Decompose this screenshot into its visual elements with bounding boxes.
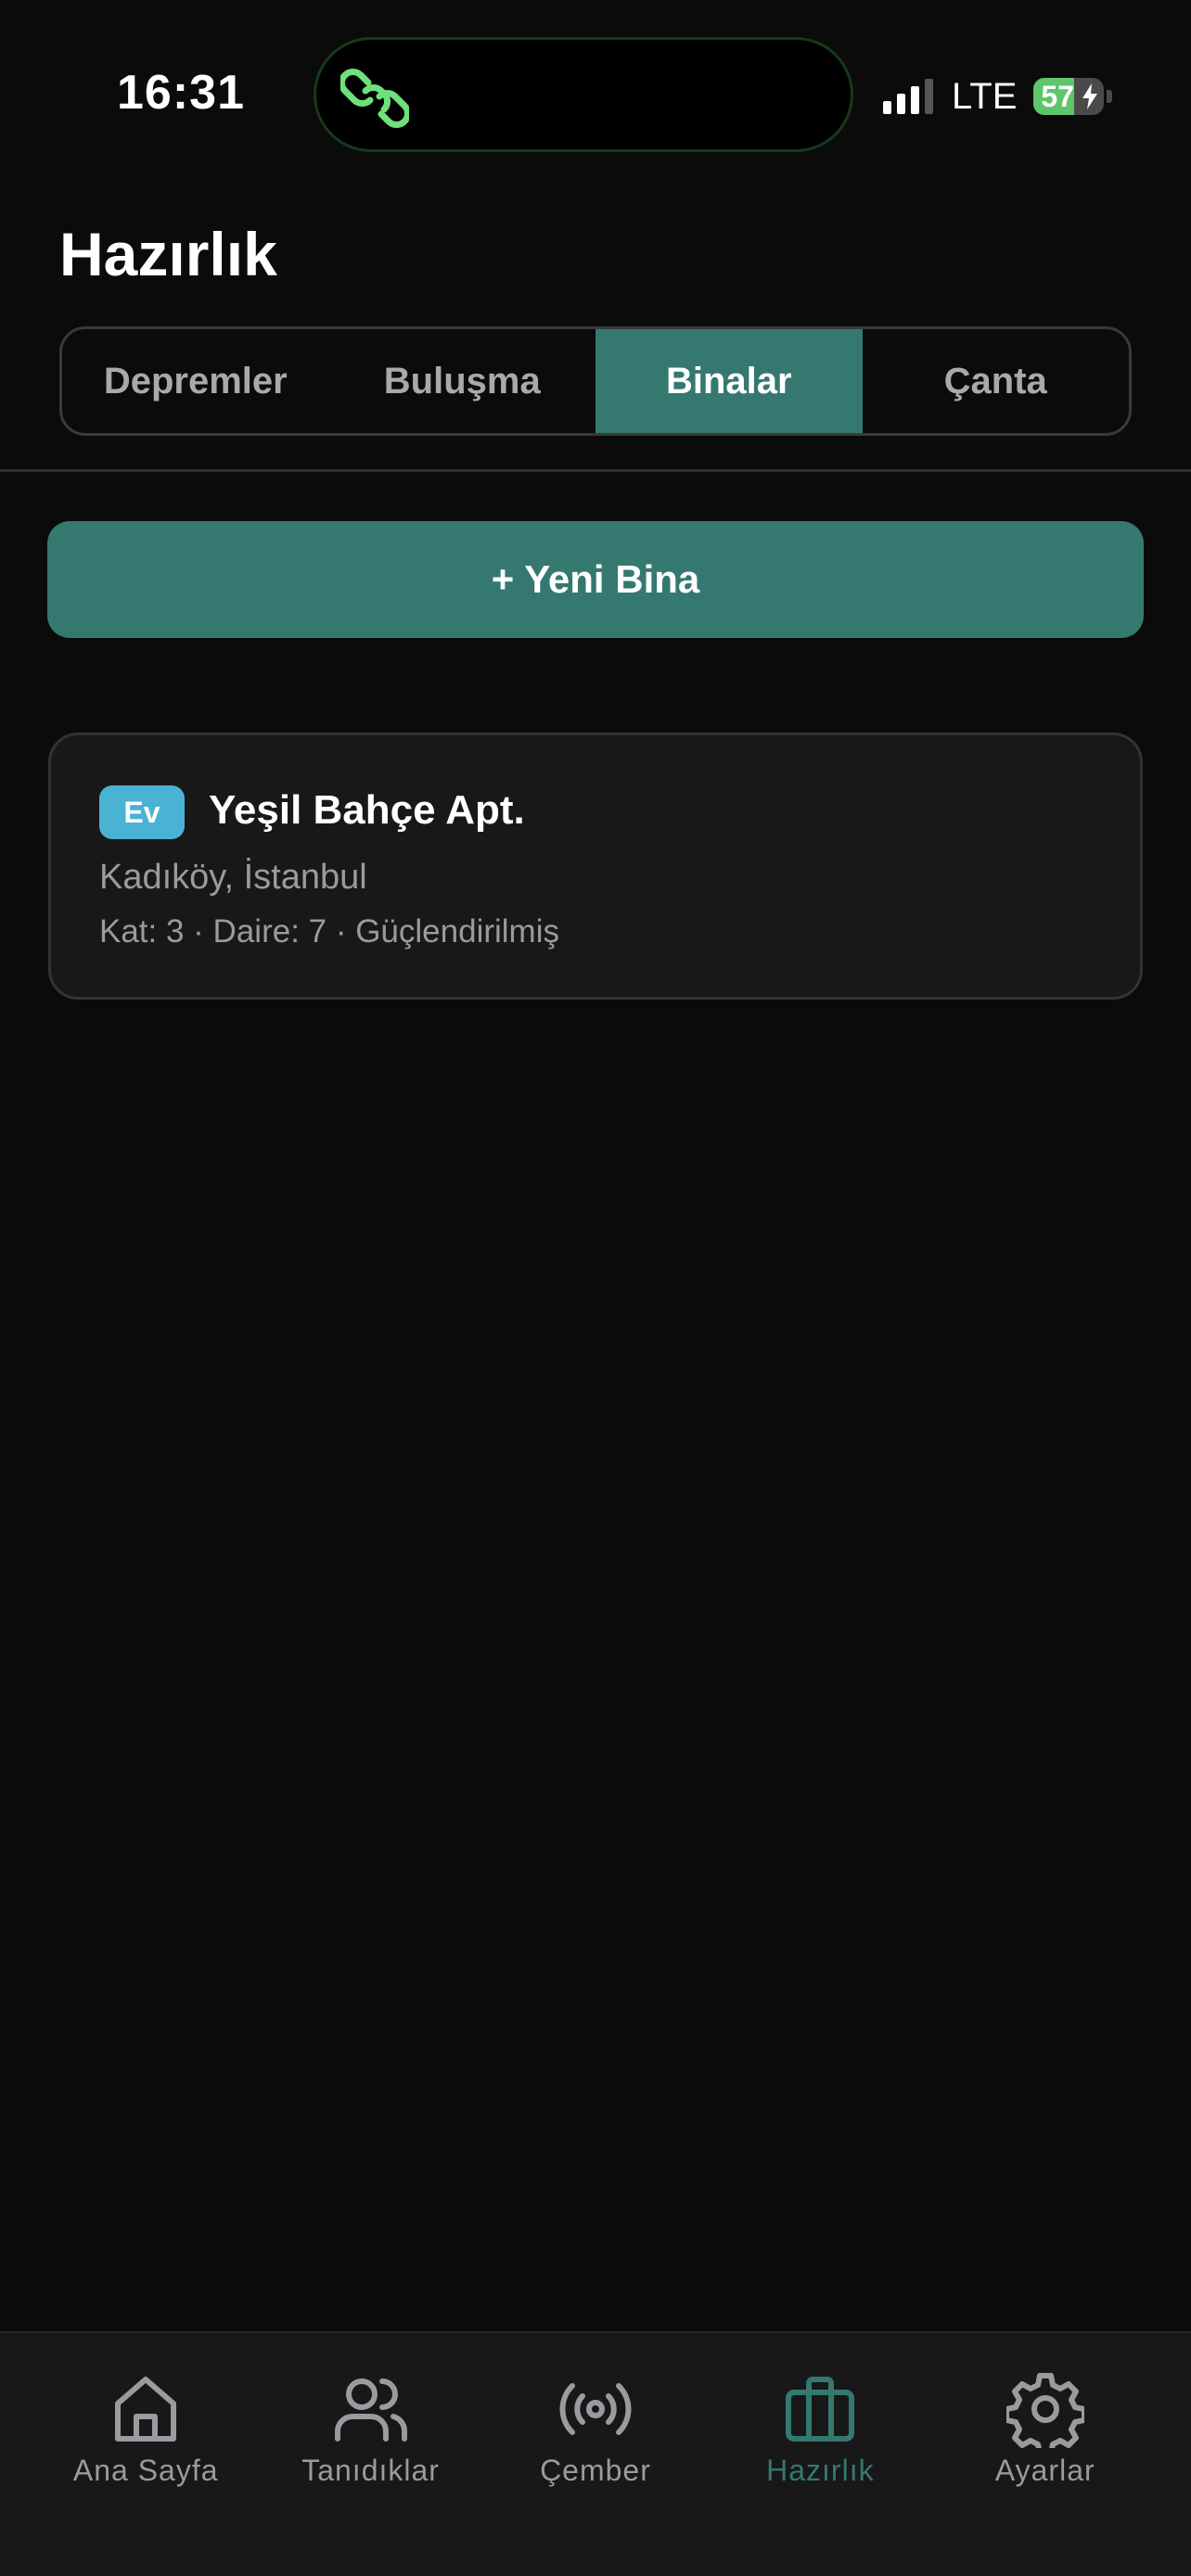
building-type-badge: Ev [99,785,185,839]
building-details: Kat: 3 · Daire: 7 · Güçlendirilmiş [99,913,559,950]
battery-percent: 57 [1041,80,1074,113]
tab-label: Ayarlar [994,2454,1095,2487]
gear-icon [1005,2373,1084,2448]
briefcase-icon [786,2377,855,2442]
dynamic-island[interactable] [314,37,853,152]
tab-tanidiklar[interactable]: Tanıdıklar [264,2370,478,2576]
building-card[interactable]: Ev Yeşil Bahçe Apt. Kadıköy, İstanbul Ka… [48,733,1143,1000]
screen: 16:31 LTE 57 Hazırlık Depremler Buluşma … [0,0,1191,2576]
tab-bar: Ana Sayfa Tanıdıklar Çember Hazırlık Aya… [0,2331,1191,2576]
segment-depremler[interactable]: Depremler [62,329,329,433]
building-location: Kadıköy, İstanbul [99,858,367,897]
people-icon [334,2378,407,2442]
battery-icon: 57 [1033,78,1105,115]
tab-label: Çember [540,2454,651,2487]
page-title: Hazırlık [59,220,277,288]
broadcast-icon [559,2383,632,2435]
tab-label: Ana Sayfa [72,2454,219,2487]
segment-binalar[interactable]: Binalar [596,329,863,433]
new-building-button[interactable]: + Yeni Bina [47,521,1144,638]
charging-bolt-icon [1082,83,1098,109]
segment-bulusma[interactable]: Buluşma [329,329,596,433]
building-name: Yeşil Bahçe Apt. [209,787,525,833]
tab-cember[interactable]: Çember [489,2370,702,2576]
tab-hazirlik[interactable]: Hazırlık [713,2370,927,2576]
segment-canta[interactable]: Çanta [863,329,1130,433]
segmented-control: Depremler Buluşma Binalar Çanta [59,326,1132,436]
tab-ayarlar[interactable]: Ayarlar [939,2370,1152,2576]
header-divider [0,469,1191,472]
tab-label: Hazırlık [766,2454,875,2487]
status-indicators: LTE 57 [883,72,1113,121]
network-label: LTE [952,75,1018,117]
link-icon [340,69,409,128]
tab-ana-sayfa[interactable]: Ana Sayfa [39,2370,252,2576]
status-time: 16:31 [117,66,245,120]
signal-icon [883,79,933,114]
tab-label: Tanıdıklar [301,2454,440,2487]
home-icon [115,2377,177,2442]
